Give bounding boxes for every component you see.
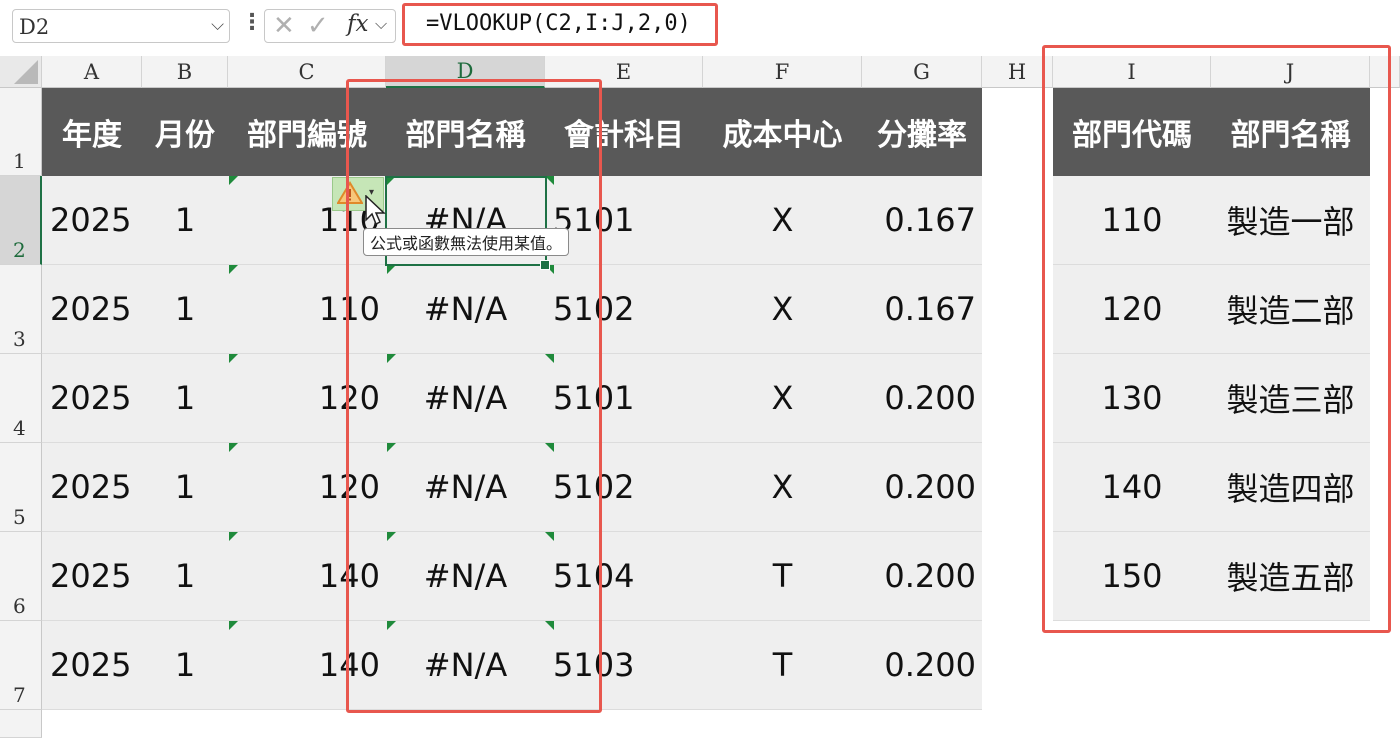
cell-cost-center[interactable]: T: [703, 532, 862, 621]
column-d-highlight-box: [346, 79, 602, 713]
row-number: 5: [13, 505, 26, 529]
error-flag-icon: [229, 176, 238, 185]
column-header-b[interactable]: B: [142, 56, 228, 88]
insert-function-icon[interactable]: fx: [347, 11, 368, 37]
formula-highlight-box: [402, 3, 718, 46]
main-header-6: 成本中心: [722, 118, 843, 153]
row-header-6[interactable]: 6: [0, 532, 42, 621]
cell-month[interactable]: 1: [142, 265, 228, 354]
formula-buttons: ✕ ✓ fx ⌵: [264, 9, 396, 43]
cell-allocation-rate[interactable]: 0.200: [862, 532, 982, 621]
row-header-4[interactable]: 4: [0, 354, 42, 443]
cell-cost-center[interactable]: X: [703, 265, 862, 354]
row-header-7[interactable]: 7: [0, 621, 42, 710]
error-flag-icon: [229, 443, 238, 452]
column-header-a[interactable]: A: [42, 56, 142, 88]
select-all-corner[interactable]: [0, 56, 42, 88]
row-number: 7: [13, 683, 26, 707]
select-all-triangle: [14, 60, 38, 84]
row-number: 3: [13, 327, 26, 351]
enter-icon[interactable]: ✓: [307, 11, 329, 41]
chevron-down-icon[interactable]: ⌵: [211, 15, 224, 35]
lookup-table-highlight-box: [1042, 45, 1391, 633]
main-header-7: 分攤率: [877, 118, 967, 153]
cell-allocation-rate[interactable]: 0.200: [862, 354, 982, 443]
row-number: 4: [13, 416, 26, 440]
error-flag-icon: [229, 621, 238, 630]
row-header-filler: [0, 710, 42, 738]
cell-month[interactable]: 1: [142, 532, 228, 621]
error-flag-icon: [229, 265, 238, 274]
cell-year[interactable]: 2025: [42, 621, 142, 710]
row-number: 2: [13, 238, 26, 262]
cell-year[interactable]: 2025: [42, 443, 142, 532]
name-box[interactable]: D2 ⌵: [12, 9, 230, 43]
chevron-down-icon[interactable]: ⌵: [375, 14, 387, 34]
cancel-icon[interactable]: ✕: [273, 11, 295, 41]
row-number: 1: [13, 149, 26, 173]
cell-allocation-rate[interactable]: 0.200: [862, 621, 982, 710]
cell-month[interactable]: 1: [142, 176, 228, 265]
cell-year[interactable]: 2025: [42, 354, 142, 443]
cell-allocation-rate[interactable]: 0.167: [862, 176, 982, 265]
cell-cost-center[interactable]: X: [703, 443, 862, 532]
main-header-2: 月份: [155, 118, 215, 153]
error-flag-icon: [229, 354, 238, 363]
more-options-icon[interactable]: ⋮: [241, 10, 263, 35]
cell-allocation-rate[interactable]: 0.167: [862, 265, 982, 354]
cell-year[interactable]: 2025: [42, 532, 142, 621]
cell-month[interactable]: 1: [142, 621, 228, 710]
cell-cost-center[interactable]: T: [703, 621, 862, 710]
error-flag-icon: [229, 532, 238, 541]
cell-cost-center[interactable]: X: [703, 176, 862, 265]
row-header-5[interactable]: 5: [0, 443, 42, 532]
cell-cost-center[interactable]: X: [703, 354, 862, 443]
cell-allocation-rate[interactable]: 0.200: [862, 443, 982, 532]
column-header-f[interactable]: F: [703, 56, 862, 88]
cell-year[interactable]: 2025: [42, 265, 142, 354]
row-header-1[interactable]: 1: [0, 88, 42, 176]
cell-month[interactable]: 1: [142, 354, 228, 443]
name-box-value[interactable]: D2: [19, 15, 49, 39]
main-header-1: 年度: [62, 118, 122, 153]
row-header-3[interactable]: 3: [0, 265, 42, 354]
column-header-g[interactable]: G: [862, 56, 982, 88]
row-number: 6: [13, 594, 26, 618]
cell-month[interactable]: 1: [142, 443, 228, 532]
cell-year[interactable]: 2025: [42, 176, 142, 265]
row-header-2[interactable]: 2: [0, 176, 42, 265]
